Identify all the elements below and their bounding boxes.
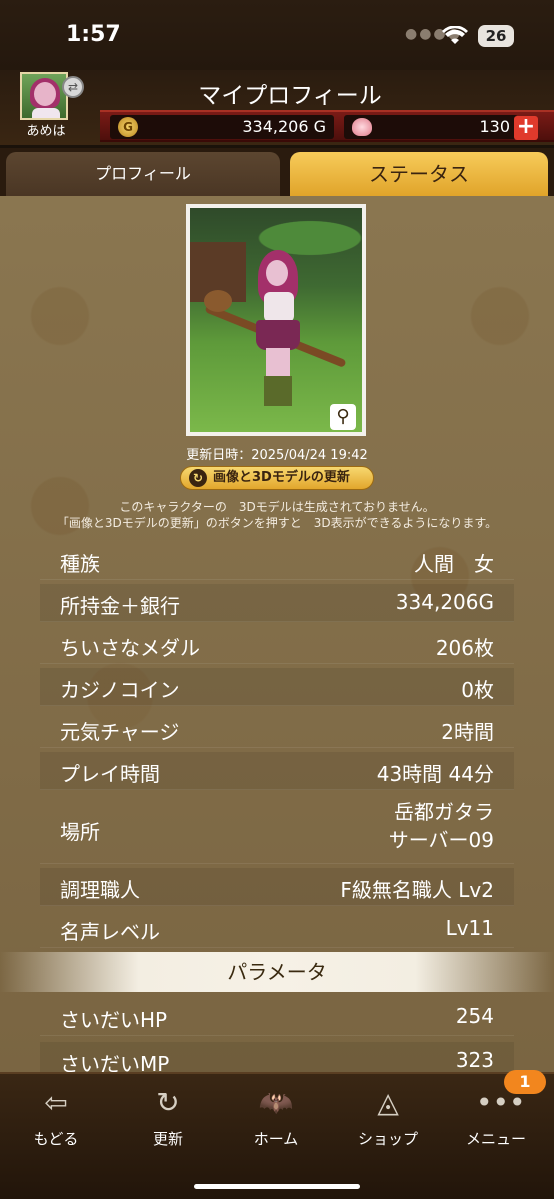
avatar[interactable] [20, 72, 68, 120]
tab-bar: プロフィール ステータス [0, 148, 554, 196]
stat-row-fame-level: 名声レベル Lv11 [40, 910, 514, 948]
stat-label: 場所 [60, 820, 100, 844]
refresh-icon: ↻ [189, 469, 207, 487]
stat-row-genki-charge: 元気チャージ 2時間 [40, 710, 514, 748]
home-indicator [194, 1184, 360, 1189]
update-model-label: 画像と3Dモデルの更新 [213, 470, 350, 485]
stat-row-play-time: プレイ時間 43時間 44分 [40, 752, 514, 790]
nav-back[interactable]: ⇦ もどる [6, 1086, 106, 1152]
gem-icon [352, 118, 372, 136]
zoom-icon[interactable]: ⚲ [330, 404, 356, 430]
menu-badge: 1 [504, 1070, 546, 1094]
stat-value: 206枚 [435, 636, 494, 660]
notice-text: このキャラクターの 3Dモデルは生成されておりません。 [119, 500, 435, 514]
back-arrow-icon: ⇦ [44, 1086, 68, 1119]
tab-profile[interactable]: プロフィール [6, 152, 280, 196]
stat-value: 岳都ガタラ サーバー09 [389, 798, 494, 854]
stat-row-max-hp: さいだいHP 254 [40, 998, 514, 1036]
header: ⇄ あめは マイプロフィール G 334,206 G 130 + [0, 70, 554, 145]
parameters-header: パラメータ [0, 952, 554, 992]
character-portrait[interactable]: ⚲ [186, 204, 366, 436]
bottom-nav: ⇦ もどる ↻ 更新 🦇 ホーム ◬ ショップ ••• メニュー [0, 1072, 554, 1199]
page-title: マイプロフィール [198, 83, 382, 109]
stat-label: ちいさなメダル [60, 636, 200, 660]
location-server: サーバー09 [388, 828, 494, 852]
tab-status[interactable]: ステータス [290, 152, 548, 196]
player-name: あめは [26, 124, 66, 139]
update-model-button[interactable]: ↻ 画像と3Dモデルの更新 [180, 466, 374, 490]
stat-row-race: 種族 人間 女 [40, 542, 514, 580]
stat-row-max-mp: さいだいMP 323 [40, 1042, 514, 1072]
swap-character-icon[interactable]: ⇄ [62, 76, 84, 98]
nav-menu[interactable]: ••• メニュー [446, 1086, 546, 1152]
dracky-home-icon: 🦇 [258, 1086, 294, 1119]
stat-row-location: 場所 岳都ガタラ サーバー09 [40, 796, 514, 864]
stat-row-medals: ちいさなメダル 206枚 [40, 626, 514, 664]
character-image: ⚲ [190, 208, 362, 432]
stat-row-casino-coins: カジノコイン 0枚 [40, 668, 514, 706]
battery-icon: 26 [478, 25, 514, 47]
stat-value: 323 [455, 1048, 494, 1072]
stat-label: 調理職人 [60, 878, 140, 902]
stat-label: 元気チャージ [60, 720, 180, 744]
stat-label: プレイ時間 [60, 762, 160, 786]
stat-value: 254 [455, 1004, 494, 1028]
status-panel: ⚲ 更新日時：2025/04/24 19:42 ↻ 画像と3Dモデルの更新 この… [0, 196, 554, 1072]
stat-value: 0枚 [461, 678, 494, 702]
nav-label: 更新 [152, 1130, 183, 1148]
stat-label: 種族 [60, 552, 100, 576]
status-time: 1:57 [66, 22, 121, 47]
stat-value: 334,206G [395, 590, 494, 614]
stat-value: 43時間 44分 [376, 762, 494, 786]
location-town: 岳都ガタラ [394, 800, 494, 824]
stat-label: 名声レベル [60, 920, 160, 944]
stat-row-gold: 所持金＋銀行 334,206G [40, 584, 514, 622]
stat-value: F級無名職人 Lv2 [340, 878, 494, 902]
stat-value: Lv11 [445, 916, 494, 940]
stat-label: さいだいHP [60, 1008, 168, 1032]
nav-refresh[interactable]: ↻ 更新 [118, 1086, 218, 1152]
status-bar: 1:57 ●●●● 26 [0, 0, 554, 70]
nav-shop[interactable]: ◬ ショップ [338, 1086, 438, 1152]
slime-shop-icon: ◬ [377, 1086, 399, 1119]
gold-value: 334,206 G [242, 117, 326, 136]
gem-value: 130 [479, 117, 510, 136]
add-gems-button[interactable]: + [514, 116, 538, 140]
stat-label: さいだいMP [60, 1052, 170, 1072]
currency-bar: G 334,206 G 130 + [100, 110, 554, 142]
gold-coin-icon: G [118, 117, 138, 137]
stat-row-craft-job: 調理職人 F級無名職人 Lv2 [40, 868, 514, 906]
gold-display: G 334,206 G [110, 115, 334, 139]
nav-home[interactable]: 🦇 ホーム [226, 1086, 326, 1152]
nav-label: メニュー [465, 1130, 526, 1148]
stat-label: 所持金＋銀行 [60, 594, 180, 618]
nav-label: もどる [33, 1130, 79, 1148]
stat-value: 人間 女 [414, 552, 494, 576]
nav-label: ホーム [253, 1130, 299, 1148]
gem-display: 130 [344, 115, 518, 139]
notice-text: 「画像と3Dモデルの更新」のボタンを押すと 3D表示ができるようになります。 [56, 516, 498, 530]
refresh-icon: ↻ [156, 1086, 180, 1119]
wifi-icon [442, 26, 468, 44]
stat-label: カジノコイン [60, 678, 180, 702]
nav-label: ショップ [357, 1130, 418, 1148]
updated-timestamp: 更新日時：2025/04/24 19:42 [186, 448, 368, 463]
stat-value: 2時間 [441, 720, 494, 744]
